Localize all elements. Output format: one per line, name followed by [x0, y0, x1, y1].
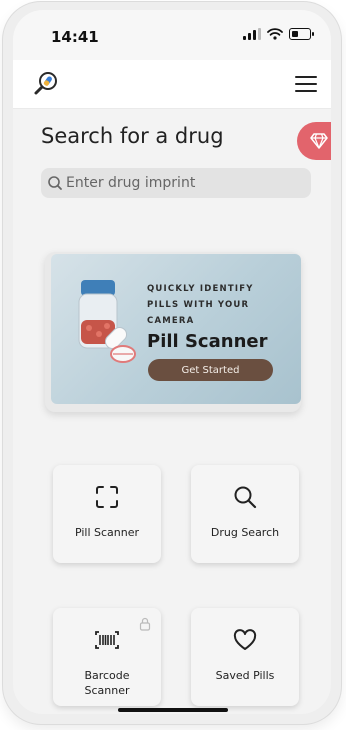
tile-label: Drug Search: [210, 526, 280, 539]
get-started-button[interactable]: Get Started: [148, 359, 273, 381]
app-screen: 14:41 Search for a drug Enter drug impri…: [13, 10, 331, 714]
tile-pill-scanner[interactable]: Pill Scanner: [53, 465, 161, 563]
tile-barcode-scanner[interactable]: Barcode Scanner: [53, 608, 161, 706]
tile-drug-search[interactable]: Drug Search: [191, 465, 299, 563]
search-bar[interactable]: [41, 168, 311, 198]
signal-icon: [243, 28, 261, 40]
page-title: Search for a drug: [41, 124, 224, 148]
tile-label: Pill Scanner: [74, 526, 140, 539]
tile-label: Barcode Scanner: [84, 669, 130, 697]
banner-title: Pill Scanner: [147, 331, 268, 352]
barcode-icon: [94, 626, 120, 654]
status-time: 14:41: [51, 28, 99, 46]
search-input[interactable]: [66, 175, 302, 191]
search-icon: [232, 483, 258, 511]
status-icons: [243, 28, 314, 40]
tile-saved-pills[interactable]: Saved Pills: [191, 608, 299, 706]
wifi-icon: [267, 28, 283, 40]
premium-button[interactable]: [297, 122, 331, 160]
app-header: [13, 60, 331, 109]
battery-icon: [289, 28, 314, 40]
status-bar: 14:41: [13, 10, 331, 60]
pill-bottle-illustration: [78, 280, 136, 363]
diamond-icon: [310, 133, 328, 149]
search-icon: [47, 175, 63, 191]
banner-subtitle: QUICKLY IDENTIFY PILLS WITH YOUR CAMERA: [147, 284, 254, 326]
pill-scanner-banner[interactable]: QUICKLY IDENTIFY PILLS WITH YOUR CAMERA …: [51, 254, 301, 404]
magnifier-pill-icon[interactable]: [33, 70, 59, 96]
tile-label: Saved Pills: [215, 669, 275, 682]
heart-icon: [232, 626, 258, 654]
hamburger-menu-button[interactable]: [295, 76, 317, 92]
phone-frame: 14:41 Search for a drug Enter drug impri…: [3, 2, 341, 724]
scan-frame-icon: [94, 483, 120, 511]
home-indicator: [118, 708, 228, 712]
lock-icon: [139, 616, 151, 635]
